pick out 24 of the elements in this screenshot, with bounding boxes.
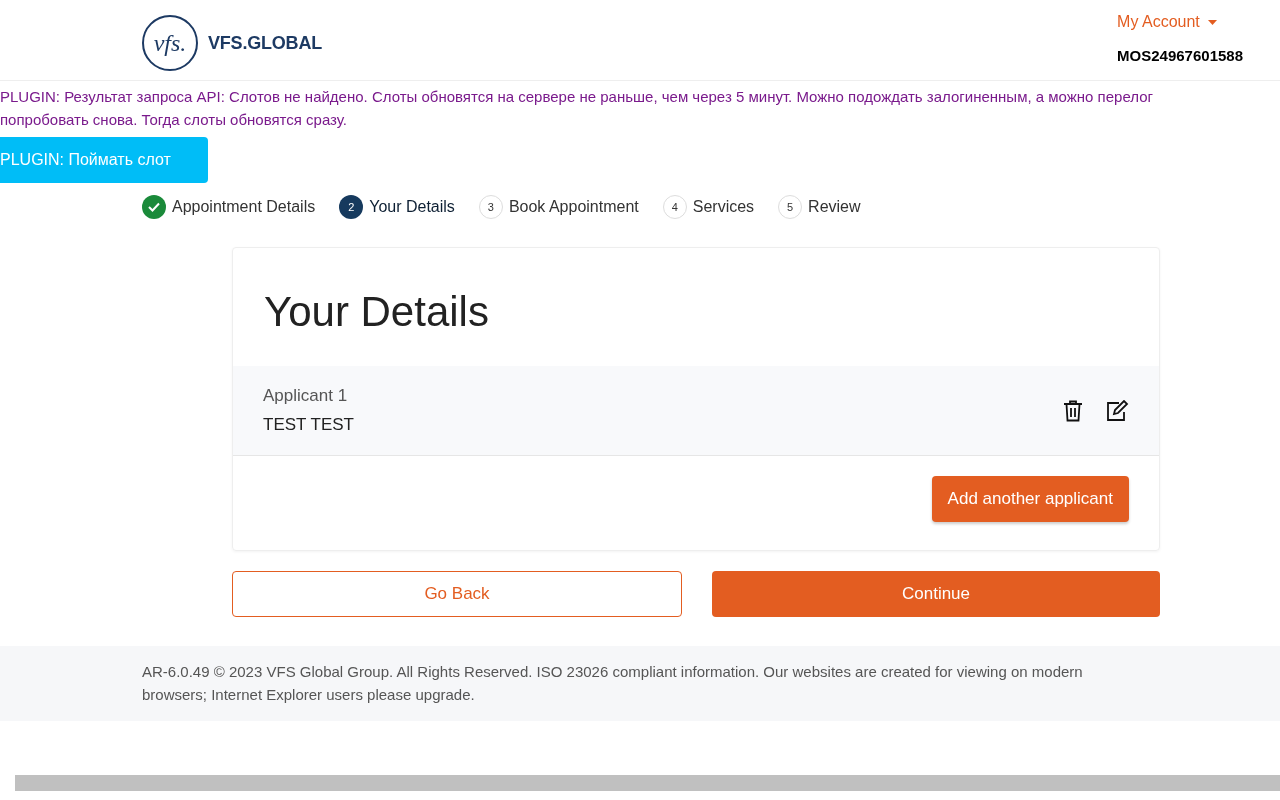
plugin-message: попробовать снова. Тогда слоты обновятся сразу. [0,110,348,130]
applicant-name: TEST TEST [263,415,354,435]
step-label: Services [692,198,755,216]
account-menu[interactable]: My Account [1117,13,1217,31]
applicant-heading: Applicant 1 [263,386,349,406]
step-label: Book Appointment [508,198,639,216]
copyright-text: AR-6.0.49 © 2023 VFS Global Group. All Rights Reserved. ISO 23026 compliant information. Our websites are created for viewing on modern browsers; Internet Explorer users please upgrade. [142,662,1084,705]
step-label: Review [808,198,861,216]
continue-button[interactable]: Continue [712,571,1160,617]
account-id: MOS24967601588 [1117,47,1243,64]
logo-wordmark: VFS.GLOBAL [208,32,322,54]
add-applicant-button[interactable]: Add another applicant [931,476,1129,522]
step-number: 2 [339,195,364,219]
horizontal-scrollbar[interactable] [15,775,1280,791]
step-label: Appointment Details [172,198,316,216]
step-label: Your Details [369,198,455,216]
caret-icon [1207,19,1217,25]
logo-emblem: vfs. [142,15,198,71]
delete-icon[interactable] [1063,399,1083,422]
plugin-message: PLUGIN: Результат запроса API: Слотов не найдено. Слоты обновятся на сервере не раньше, чем через 5 минут. Можно подождать залогиненным, а можно перелог [0,87,1154,107]
edit-icon[interactable] [1105,399,1129,422]
card-title: Your Details [263,287,490,337]
go-back-button[interactable]: Go Back [232,571,682,617]
catch-slot-button[interactable]: PLUGIN: Поймать слот [0,137,208,183]
